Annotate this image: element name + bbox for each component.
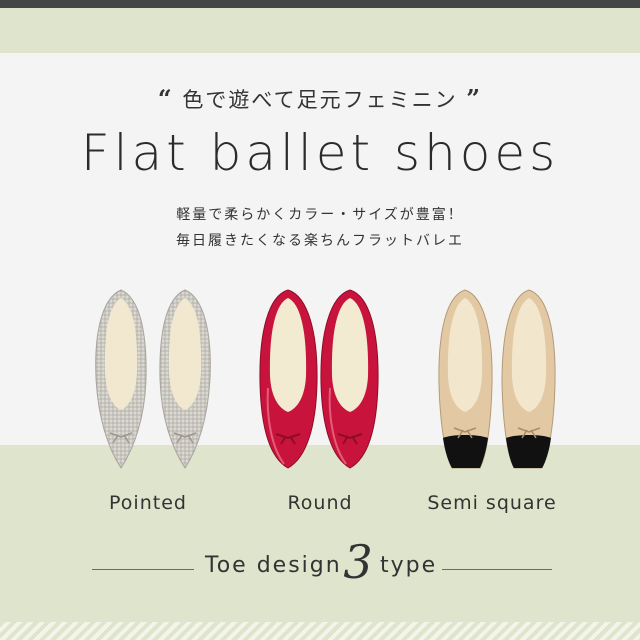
semi-square-shoe-image: [438, 289, 556, 469]
left-shoe: [95, 289, 147, 469]
left-shoe: [438, 289, 493, 469]
type-label: type: [380, 553, 438, 578]
shoe-label-semi-square: Semi square: [427, 492, 557, 514]
top-band: [0, 8, 640, 53]
right-shoe: [159, 289, 211, 469]
top-bar: [0, 0, 640, 8]
divider-right: [442, 569, 552, 570]
round-shoe-image: [259, 289, 379, 469]
stripe-border: [0, 622, 640, 640]
close-quote: ”: [466, 84, 483, 113]
divider-left: [92, 569, 194, 570]
page-title: Flat ballet shoes: [80, 124, 560, 182]
type-count: 3: [343, 535, 373, 589]
catchphrase-text: 色で遊べて足元フェミニン: [182, 88, 458, 112]
catchphrase: “ 色で遊べて足元フェミニン ”: [0, 84, 640, 114]
description-line-2: 毎日履きたくなる楽ちんフラットバレエ: [176, 233, 464, 249]
pointed-shoe-image: [95, 289, 211, 469]
shoe-label-round: Round: [287, 492, 353, 514]
description-line-1: 軽量で柔らかくカラー・サイズが豊富！: [176, 207, 464, 223]
toe-design-label: Toe design: [205, 553, 342, 578]
right-shoe: [501, 289, 556, 469]
right-shoe: [320, 289, 379, 469]
open-quote: “: [157, 84, 174, 113]
left-shoe: [259, 289, 318, 469]
shoe-label-pointed: Pointed: [109, 492, 187, 514]
